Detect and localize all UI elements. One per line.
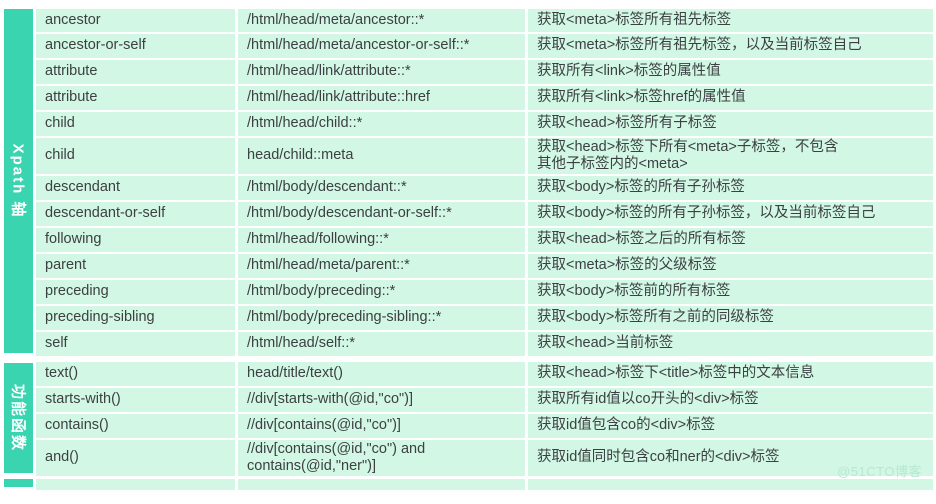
- table-row: text() head/title/text() 获取<head>标签下<title…: [33, 360, 936, 386]
- table-cell-name: descendant-or-self: [33, 200, 235, 226]
- table-section-functions: 功能函数 text() head/title/text() 获取<head>标签下<…: [0, 360, 936, 476]
- table-body: Xpath 轴 ancestor/html/head/meta/ancestor…: [0, 6, 936, 490]
- table-row-clipped: [0, 476, 936, 490]
- table-cell-name: ancestor-or-self: [33, 32, 235, 58]
- table-section-xpath-axes: Xpath 轴 ancestor/html/head/meta/ancestor…: [0, 6, 936, 356]
- table-cell-description: 获取<meta>标签的父级标签: [525, 252, 936, 278]
- table-row: ancestor-or-self/html/head/meta/ancestor…: [33, 32, 936, 58]
- table-cell-description: 获取<head>标签所有子标签: [525, 110, 936, 136]
- table-row: child head/child::meta 获取<head>标签下所有<meta>…: [33, 136, 936, 174]
- xpath-reference-table: Xpath 轴 ancestor/html/head/meta/ancestor…: [0, 0, 936, 504]
- table-row: starts-with()//div[starts-with(@id,"co")…: [33, 386, 936, 412]
- table-cell-expression: head/title/text(): [235, 360, 525, 386]
- table-cell-description: 获取<body>标签所有之前的同级标签: [525, 304, 936, 330]
- table-cell-description: 获取id值包含co的<div>标签: [525, 412, 936, 438]
- table-row: attribute/html/head/link/attribute::* 获取所…: [33, 58, 936, 84]
- table-row: self/html/head/self::* 获取<head>当前标签: [33, 330, 936, 356]
- table-cell-description: 获取所有id值以co开头的<div>标签: [525, 386, 936, 412]
- table-cell-expression: /html/head/child::*: [235, 110, 525, 136]
- section-label-rail: Xpath 轴: [0, 6, 33, 356]
- table-row: descendant-or-self/html/body/descendant-…: [33, 200, 936, 226]
- table-cell-expression: [235, 476, 525, 490]
- section-label-rail: 功能函数: [0, 360, 33, 476]
- table-cell-expression: /html/head/meta/ancestor::*: [235, 6, 525, 32]
- table-cell-expression: /html/head/self::*: [235, 330, 525, 356]
- table-cell-description: 获取<head>标签之后的所有标签: [525, 226, 936, 252]
- table-cell-expression: /html/body/descendant-or-self::*: [235, 200, 525, 226]
- table-cell-name: and(): [33, 438, 235, 476]
- table-cell-expression: /html/body/preceding::*: [235, 278, 525, 304]
- table-row: ancestor/html/head/meta/ancestor::* 获取<me…: [33, 6, 936, 32]
- table-cell-name: attribute: [33, 84, 235, 110]
- table-row: and()//div[contains(@id,"co") and contai…: [33, 438, 936, 476]
- table-cell-expression: /html/head/link/attribute::href: [235, 84, 525, 110]
- table-row: child/html/head/child::* 获取<head>标签所有子标签: [33, 110, 936, 136]
- table-cell-description: 获取<meta>标签所有祖先标签: [525, 6, 936, 32]
- table-cell-name: [33, 476, 235, 490]
- table-cell-name: self: [33, 330, 235, 356]
- section-rows: ancestor/html/head/meta/ancestor::* 获取<me…: [33, 6, 936, 356]
- table-row: contains()//div[contains(@id,"co")] 获取id值…: [33, 412, 936, 438]
- table-cell-expression: head/child::meta: [235, 136, 525, 174]
- table-cell-name: following: [33, 226, 235, 252]
- table-cell-description: 获取<body>标签的所有子孙标签，以及当前标签自己: [525, 200, 936, 226]
- table-row: preceding-sibling/html/body/preceding-si…: [33, 304, 936, 330]
- table-row: descendant/html/body/descendant::* 获取<bod…: [33, 174, 936, 200]
- section-label-text: Xpath 轴: [9, 143, 26, 219]
- table-cell-expression: /html/head/following::*: [235, 226, 525, 252]
- table-cell-description: 获取<head>标签下所有<meta>子标签，不包含 其他子标签内的<meta>: [525, 136, 936, 174]
- table-row: preceding/html/body/preceding::* 获取<body>…: [33, 278, 936, 304]
- table-row: attribute/html/head/link/attribute::href…: [33, 84, 936, 110]
- table-cell-expression: /html/body/descendant::*: [235, 174, 525, 200]
- table-cell-expression: /html/body/preceding-sibling::*: [235, 304, 525, 330]
- table-cell-description: 获取<body>标签前的所有标签: [525, 278, 936, 304]
- table-cell-name: ancestor: [33, 6, 235, 32]
- table-cell-expression: //div[contains(@id,"co")]: [235, 412, 525, 438]
- table-row: following/html/head/following::* 获取<head>…: [33, 226, 936, 252]
- table-cell-description: 获取<head>当前标签: [525, 330, 936, 356]
- table-cell-description: 获取<head>标签下<title>标签中的文本信息: [525, 360, 936, 386]
- section-rows: text() head/title/text() 获取<head>标签下<title…: [33, 360, 936, 476]
- table-cell-name: descendant: [33, 174, 235, 200]
- section-label-text: 功能函数: [9, 383, 26, 453]
- table-row: parent/html/head/meta/parent::* 获取<meta>标…: [33, 252, 936, 278]
- section-label-rail: [0, 476, 33, 490]
- table-cell-description: [525, 476, 936, 490]
- table-cell-name: child: [33, 110, 235, 136]
- table-cell-name: contains(): [33, 412, 235, 438]
- table-cell-name: preceding: [33, 278, 235, 304]
- table-cell-description: 获取所有<link>标签href的属性值: [525, 84, 936, 110]
- table-cell-name: text(): [33, 360, 235, 386]
- table-cell-expression: /html/head/meta/parent::*: [235, 252, 525, 278]
- table-cell-name: preceding-sibling: [33, 304, 235, 330]
- table-cell-description: 获取<meta>标签所有祖先标签，以及当前标签自己: [525, 32, 936, 58]
- table-cell-name: attribute: [33, 58, 235, 84]
- table-cell-name: parent: [33, 252, 235, 278]
- table-cell-expression: /html/head/meta/ancestor-or-self::*: [235, 32, 525, 58]
- table-cell-expression: /html/head/link/attribute::*: [235, 58, 525, 84]
- table-cell-expression: //div[starts-with(@id,"co")]: [235, 386, 525, 412]
- table-cell-description: 获取<body>标签的所有子孙标签: [525, 174, 936, 200]
- table-cell-name: starts-with(): [33, 386, 235, 412]
- table-cell-name: child: [33, 136, 235, 174]
- table-cell-description: 获取所有<link>标签的属性值: [525, 58, 936, 84]
- table-cell-description: 获取id值同时包含co和ner的<div>标签: [525, 438, 936, 476]
- table-cell-expression: //div[contains(@id,"co") and contains(@i…: [235, 438, 525, 476]
